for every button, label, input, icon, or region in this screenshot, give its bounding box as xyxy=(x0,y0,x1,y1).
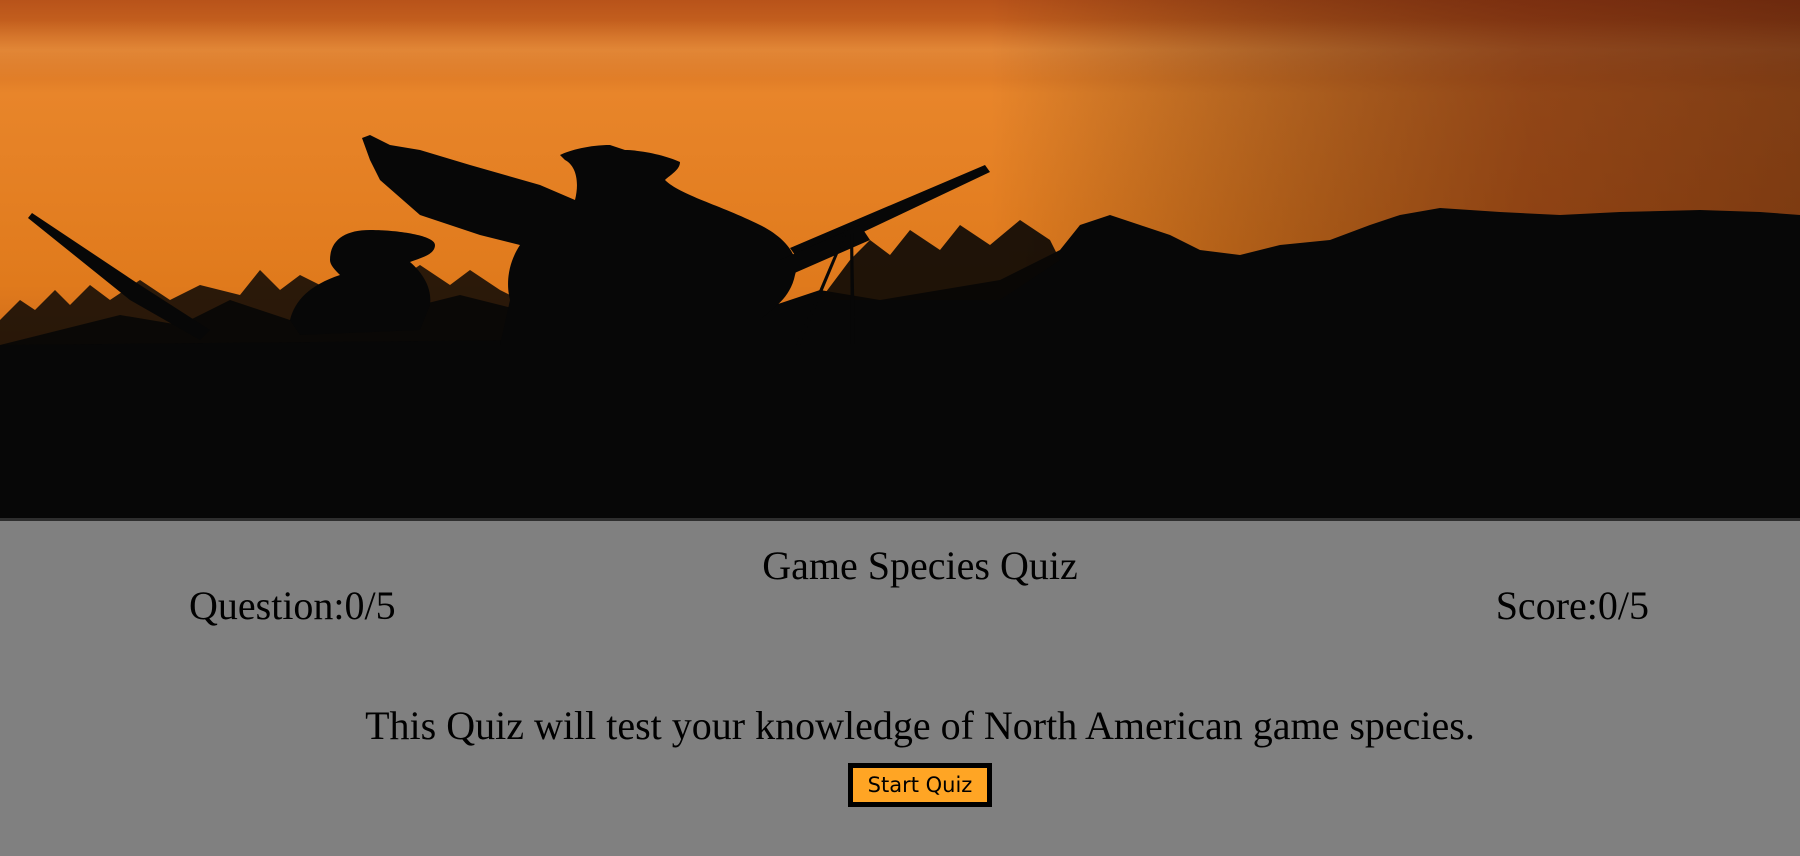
hunters-sunset-image xyxy=(0,0,1800,518)
start-quiz-button[interactable]: Start Quiz xyxy=(848,763,992,807)
score-counter: Score:0/5 xyxy=(1495,583,1649,628)
question-counter: Question:0/5 xyxy=(189,583,396,628)
quiz-intro-text: This Quiz will test your knowledge of No… xyxy=(365,703,1475,748)
hero-banner xyxy=(0,0,1800,518)
quiz-panel: Game Species Quiz Question:0/5 Score:0/5… xyxy=(0,521,1800,856)
